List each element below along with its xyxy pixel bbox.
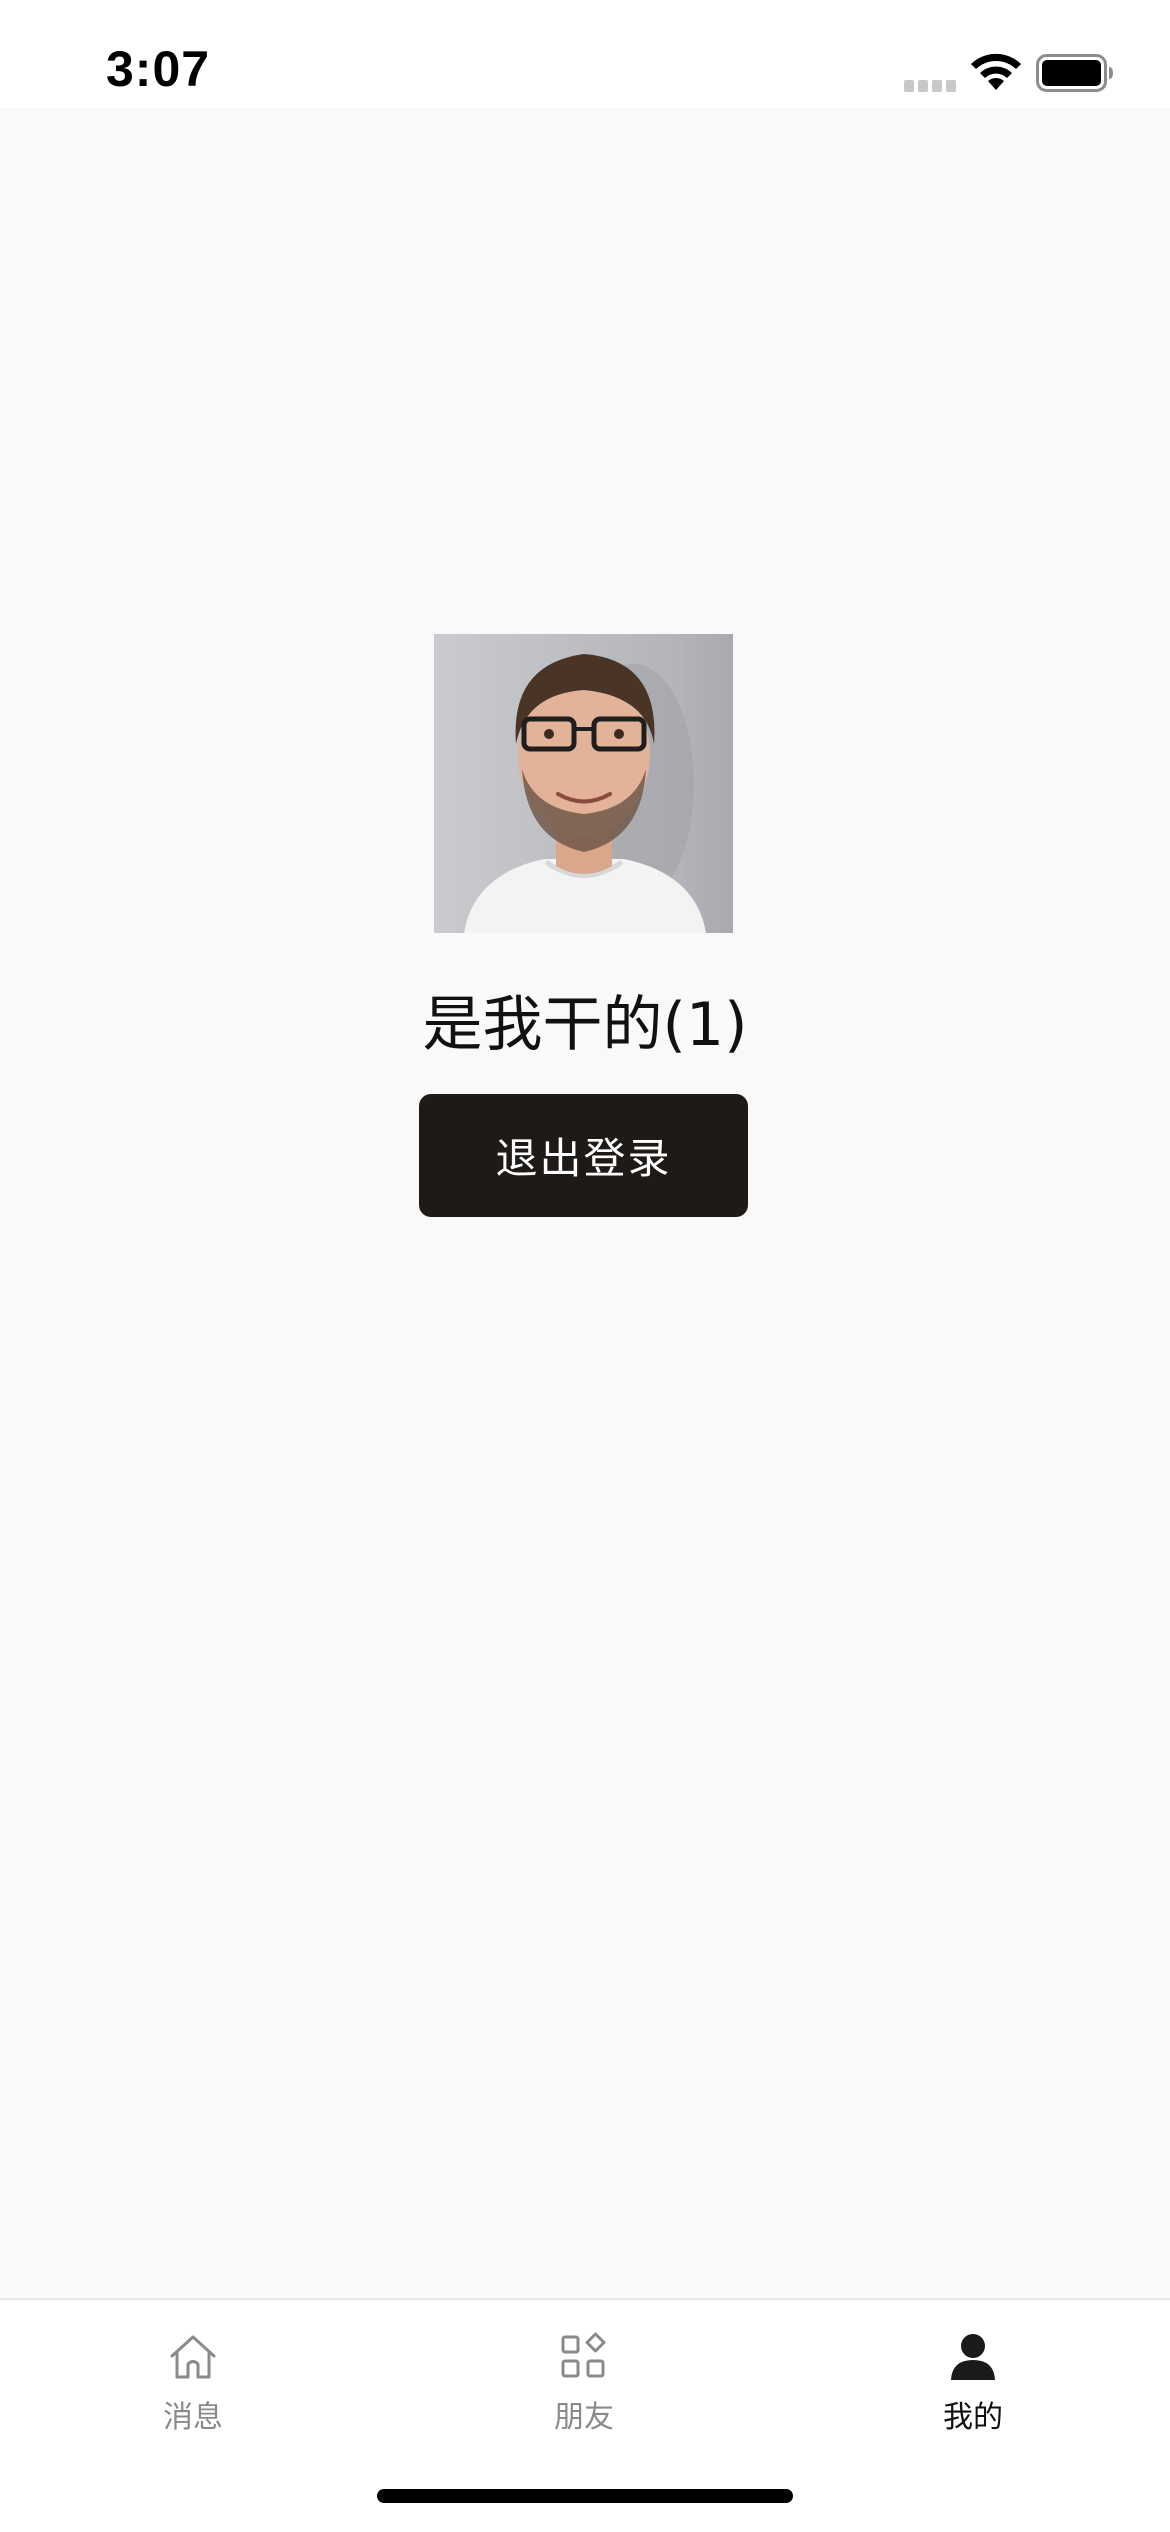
status-time: 3:07	[106, 41, 211, 97]
avatar[interactable]	[434, 634, 733, 933]
person-icon	[951, 2334, 995, 2380]
logout-button[interactable]: 退出登录	[419, 1094, 748, 1217]
profile-screen: 3:07 是我干的(1) 退出登录 消息 朋友 我的	[0, 0, 1170, 2532]
battery-icon	[1036, 54, 1113, 92]
tab-mine-label: 我的	[943, 2400, 1003, 2435]
tab-messages[interactable]: 消息	[93, 2330, 293, 2450]
signal-icon	[904, 80, 956, 92]
tab-mine[interactable]: 我的	[873, 2330, 1073, 2450]
tab-messages-label: 消息	[163, 2400, 223, 2435]
home-icon	[170, 2335, 216, 2379]
tab-friends-label: 朋友	[554, 2400, 614, 2435]
avatar-photo	[434, 634, 733, 933]
wifi-icon	[971, 53, 1021, 90]
username: 是我干的(1)	[422, 990, 748, 1060]
status-bar: 3:07	[0, 0, 1170, 108]
grid-icon	[561, 2332, 606, 2378]
tab-friends[interactable]: 朋友	[484, 2330, 684, 2450]
home-indicator[interactable]	[377, 2489, 793, 2503]
